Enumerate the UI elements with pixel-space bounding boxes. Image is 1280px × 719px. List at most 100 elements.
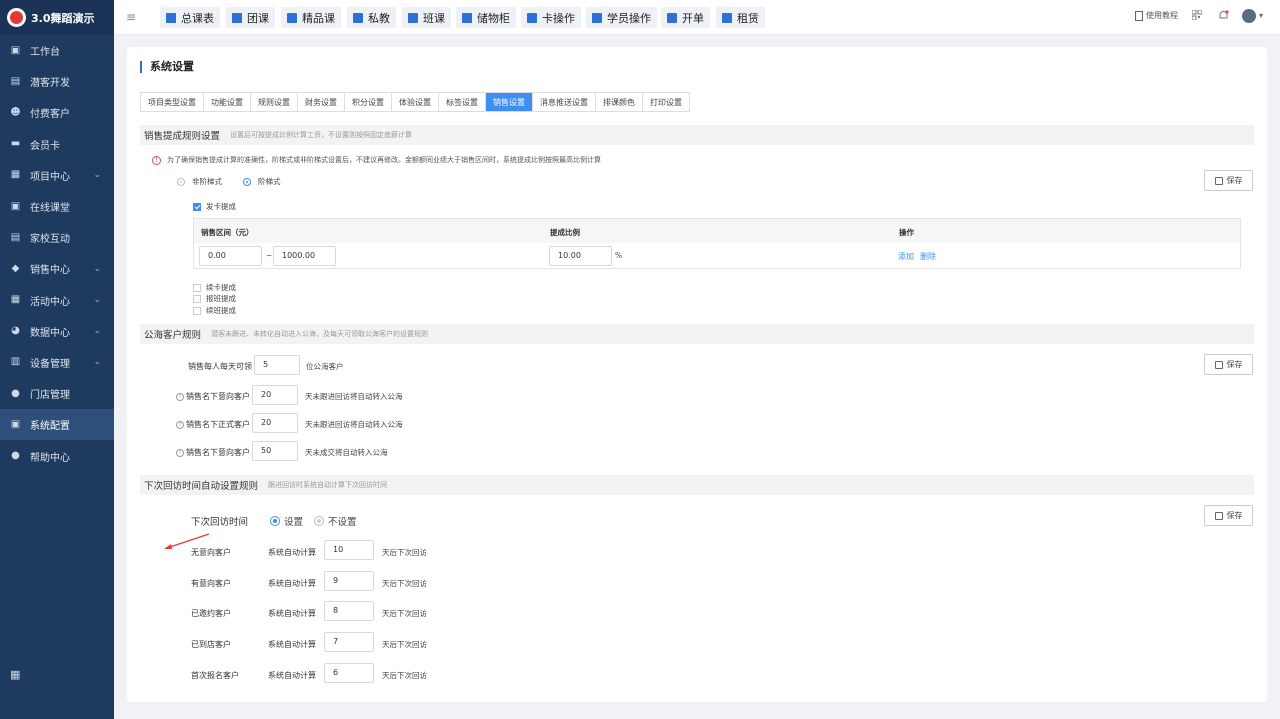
tab-finance[interactable]: 财务设置: [298, 93, 345, 111]
card-icon: [527, 12, 537, 23]
pool-formal-suffix: 天未跟进回访将自动转入公海: [305, 420, 403, 429]
checkbox-box: [193, 294, 201, 303]
radio-next-visit-unset[interactable]: 不设置: [314, 514, 357, 528]
tab-push[interactable]: 消息推送设置: [533, 93, 596, 111]
sidebar-item-label: 活动中心: [30, 296, 70, 308]
sidebar-item-label: 设备管理: [30, 358, 70, 370]
radio-dot: [314, 516, 324, 526]
visit-arrived-input[interactable]: 7: [324, 632, 374, 652]
sidebar-item-paying-customers[interactable]: ☻ 付费客户: [0, 97, 114, 128]
checkbox-renew-class[interactable]: 续班提成: [193, 305, 236, 316]
range-to-input[interactable]: 1000.00: [273, 246, 336, 266]
sidebar-item-system-config[interactable]: ▣ 系统配置: [0, 409, 114, 441]
tab-trial[interactable]: 体验设置: [392, 93, 439, 111]
topbar-button-class[interactable]: 班课: [402, 7, 451, 28]
tab-print[interactable]: 打印设置: [643, 93, 689, 111]
visit-no-intent-input[interactable]: 10: [324, 540, 374, 560]
tab-sales[interactable]: 销售设置: [486, 93, 533, 111]
sidebar-item-device-management[interactable]: ▥ 设备管理 ⌄: [0, 347, 114, 378]
tab-function[interactable]: 功能设置: [204, 93, 251, 111]
checkbox-renew-card[interactable]: 续卡提成: [193, 282, 236, 293]
checkbox-label: 发卡提成: [206, 202, 236, 211]
save-icon: [1214, 176, 1223, 185]
pool-intent-deal-input[interactable]: 50: [252, 441, 298, 461]
radio-label: 阶梯式: [258, 177, 281, 186]
pool-intent-input[interactable]: 20: [252, 385, 298, 405]
save-label: 保存: [1226, 176, 1243, 185]
question-icon[interactable]: ?: [176, 448, 184, 457]
range-from-input[interactable]: 0.00: [199, 246, 262, 266]
grid-apps-icon[interactable]: ▦: [10, 668, 20, 681]
topbar-button-locker[interactable]: 储物柜: [456, 7, 516, 28]
chevron-down-icon: ⌄: [93, 170, 101, 181]
ratio-input[interactable]: 10.00: [549, 246, 612, 266]
locker-icon: [462, 12, 472, 23]
topbar-button-label: 卡操作: [542, 11, 575, 25]
topbar-button-rental[interactable]: 租赁: [716, 7, 765, 28]
avatar[interactable]: [1242, 9, 1256, 23]
topbar-button-schedule[interactable]: 总课表: [160, 7, 220, 28]
save-button-commission[interactable]: 保存: [1204, 170, 1253, 191]
sidebar-item-membership-card[interactable]: ▬ 会员卡: [0, 129, 114, 160]
visit-first-enroll-input[interactable]: 6: [324, 663, 374, 683]
question-icon[interactable]: ?: [176, 392, 184, 401]
add-row-link[interactable]: 添加: [898, 251, 914, 262]
brand[interactable]: 3.0舞蹈演示: [0, 0, 114, 35]
topbar-button-label: 开单: [682, 11, 704, 25]
pool-intent-suffix: 天未跟进回访将自动转入公海: [305, 392, 403, 401]
question-icon[interactable]: ?: [176, 420, 184, 429]
checkbox-enroll-class[interactable]: 报班提成: [193, 293, 236, 304]
topbar-button-student-ops[interactable]: 学员操作: [586, 7, 657, 28]
visit-intent-input[interactable]: 9: [324, 571, 374, 591]
visit-invited-input[interactable]: 8: [324, 601, 374, 621]
next-visit-label: 下次回访时间: [191, 517, 249, 528]
tutorial-link[interactable]: 使用教程: [1135, 10, 1178, 21]
save-button-public-pool[interactable]: 保存: [1204, 354, 1253, 375]
table-row: 0.00 ~ 1000.00 10.00 % 添加 删除: [194, 243, 1240, 269]
topbar-button-group-class[interactable]: 团课: [226, 7, 275, 28]
sidebar-item-prospects[interactable]: ▤ 潜客开发: [0, 66, 114, 97]
sidebar-item-online-class[interactable]: ▣ 在线课堂: [0, 191, 114, 222]
bell-icon[interactable]: [1218, 10, 1229, 24]
tab-project-type[interactable]: 项目类型设置: [141, 93, 204, 111]
checkbox-card-commission[interactable]: 发卡提成: [193, 201, 236, 212]
radio-dot: [177, 177, 185, 186]
topbar-button-premium-class[interactable]: 精品课: [281, 7, 341, 28]
topbar-button-card-ops[interactable]: 卡操作: [521, 7, 581, 28]
sidebar-item-activity-center[interactable]: ▦ 活动中心 ⌄: [0, 285, 114, 316]
tab-tags[interactable]: 标签设置: [439, 93, 486, 111]
pool-daily-claim-input[interactable]: 5: [254, 355, 300, 375]
sidebar-item-label: 会员卡: [30, 140, 60, 152]
radio-next-visit-set[interactable]: 设置: [270, 514, 303, 528]
radio-tiered[interactable]: 阶梯式: [243, 176, 281, 187]
sidebar-item-sales-center[interactable]: ◆ 销售中心 ⌄: [0, 253, 114, 284]
section-hint: 跟进回访时系统自动计算下次回访时间: [268, 481, 388, 489]
visit-intent-auto: 系统自动计算: [268, 579, 316, 588]
sidebar-item-project-center[interactable]: ▦ 项目中心 ⌄: [0, 160, 114, 191]
tab-colors[interactable]: 排课颜色: [596, 93, 643, 111]
qrcode-icon[interactable]: [1191, 9, 1203, 23]
radio-label: 设置: [284, 517, 304, 528]
topbar-button-private-class[interactable]: 私教: [347, 7, 396, 28]
delete-row-link[interactable]: 删除: [920, 251, 936, 262]
chevron-down-icon[interactable]: ▾: [1259, 11, 1263, 20]
sidebar-item-home-school[interactable]: ▤ 家校互动: [0, 222, 114, 253]
data-icon: ◕: [11, 325, 20, 337]
save-button-next-visit[interactable]: 保存: [1204, 505, 1253, 526]
radio-non-tiered[interactable]: 非阶梯式: [177, 176, 222, 187]
tab-rules[interactable]: 规则设置: [251, 93, 298, 111]
pool-formal-input[interactable]: 20: [252, 413, 298, 433]
menu-toggle-icon[interactable]: ≡: [126, 10, 136, 24]
chevron-down-icon: ⌄: [93, 357, 101, 368]
sidebar-item-store-management[interactable]: ● 门店管理: [0, 378, 114, 409]
topbar-button-label: 团课: [247, 11, 269, 25]
premium-icon: [287, 12, 297, 23]
pool-daily-claim-label: 销售每人每天可领: [188, 362, 252, 371]
topbar-button-order[interactable]: 开单: [661, 7, 710, 28]
rental-icon: [722, 12, 732, 23]
tab-points[interactable]: 积分设置: [345, 93, 392, 111]
sidebar-item-help-center[interactable]: ● 帮助中心: [0, 440, 114, 471]
sidebar-item-workbench[interactable]: ▣ 工作台: [0, 35, 114, 66]
section-hint: 设置后可按提成比例计算工资，不设置则按照固定底薪计算: [230, 131, 413, 139]
sidebar-item-data-center[interactable]: ◕ 数据中心 ⌄: [0, 316, 114, 347]
